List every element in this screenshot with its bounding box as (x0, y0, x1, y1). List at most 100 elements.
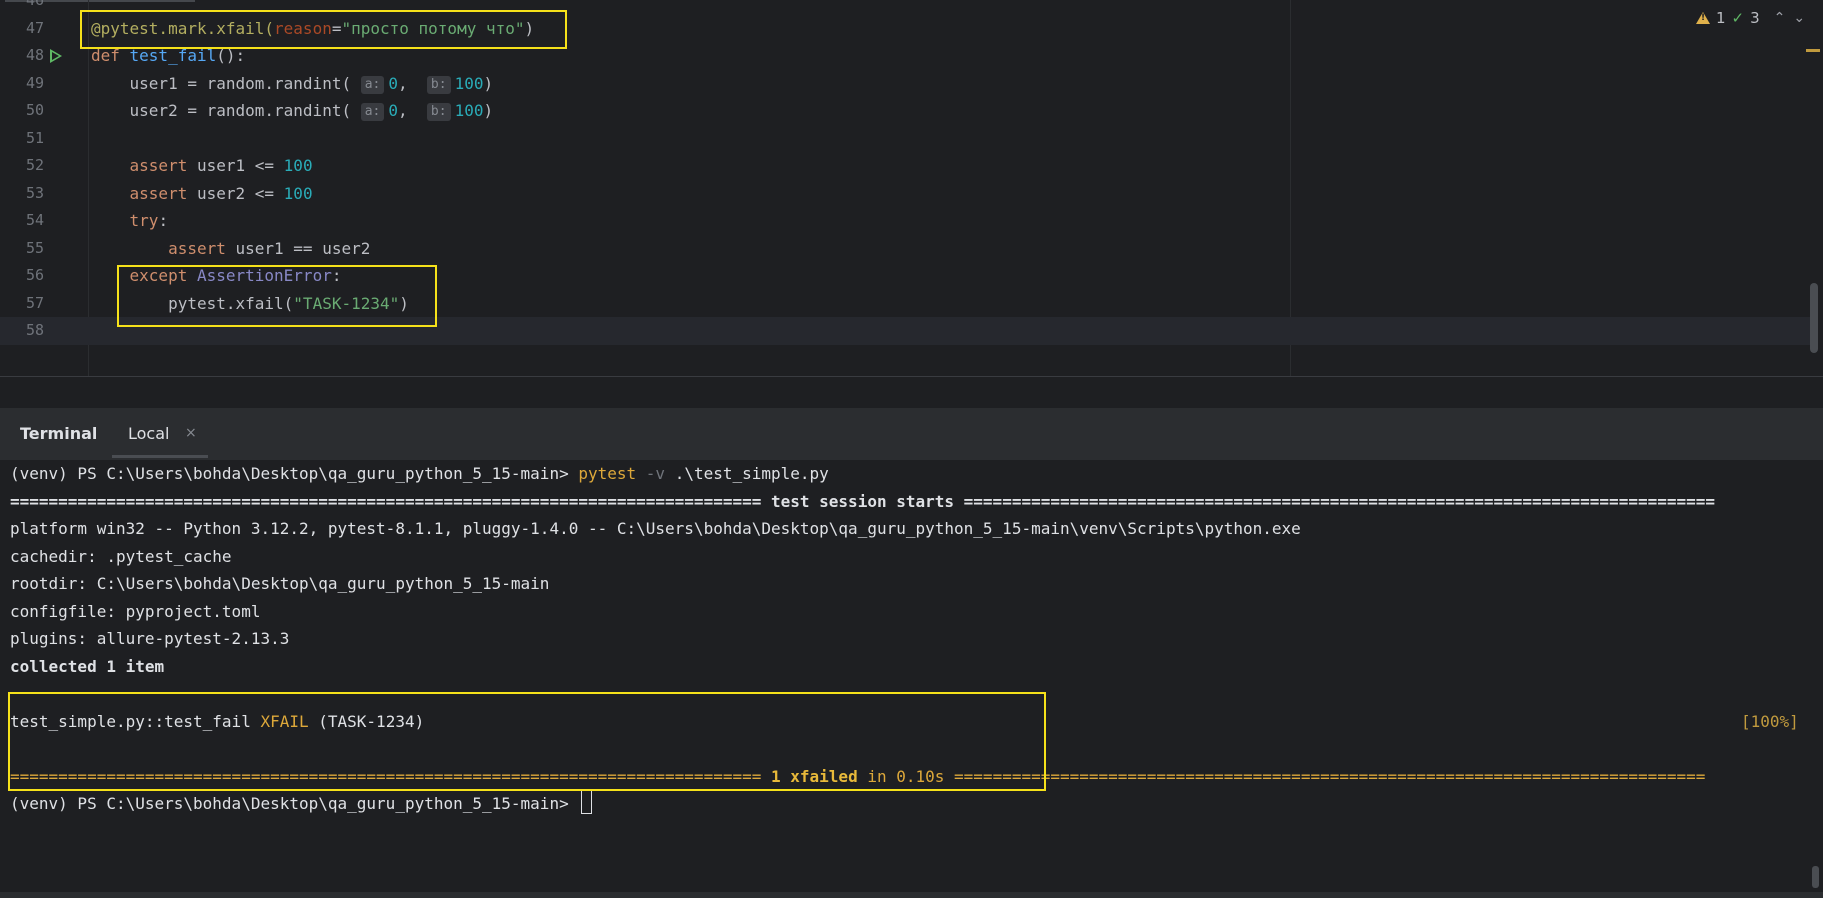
code-line[interactable]: 58 (0, 317, 1815, 345)
code-line[interactable]: 57 pytest.xfail("TASK-1234") (0, 290, 1815, 318)
run-test-icon[interactable] (50, 49, 62, 63)
text-cursor (581, 790, 593, 814)
code-line[interactable]: 49 user1 = random.randint( a: 0, b: 100) (0, 70, 1815, 98)
line-number: 55 (25, 238, 44, 257)
summary-line: ========================================… (10, 763, 1705, 791)
progress-percent: [100%] (1741, 711, 1799, 731)
code-token: , (398, 101, 427, 120)
rootdir-line: rootdir: C:\Users\bohda\Desktop\qa_guru_… (10, 574, 550, 593)
code-text: except AssertionError: (91, 262, 342, 290)
code-token: def (91, 46, 130, 65)
code-token: @pytest.mark.xfail( (91, 18, 275, 38)
line-number: 47 (25, 18, 44, 37)
terminal-scrollbar[interactable] (1812, 866, 1819, 888)
code-editor[interactable]: 46 47 @pytest.mark.xfail(reason="просто п… (0, 0, 1823, 376)
code-text: assert user1 == user2 (91, 235, 370, 263)
line-number: 53 (25, 183, 44, 202)
code-token: , (398, 73, 427, 93)
inspection-widget[interactable]: 1 ✓ 3 ⌃ ⌄ (1696, 8, 1805, 28)
code-token: test_fail (129, 46, 217, 65)
summary-rule-left: ========================================… (10, 766, 771, 786)
partial-line-46: 46 (0, 0, 1815, 15)
line-number: 58 (25, 321, 44, 339)
code-token: : (158, 211, 169, 230)
prompt: (venv) PS C:\Users\bohda\Desktop\qa_guru… (10, 464, 579, 483)
line-number: 48 (25, 46, 44, 64)
summary-time: in 0.10s (857, 766, 955, 786)
code-text: user2 = random.randint( a: 0, b: 100) (91, 97, 493, 125)
horizontal-scrollbar[interactable] (0, 892, 1823, 898)
panel-splitter[interactable] (0, 376, 1823, 409)
code-token: user1 <= (196, 156, 284, 175)
code-token: user1 == user2 (235, 238, 371, 258)
code-line[interactable]: 53 assert user2 <= 100 (0, 180, 1815, 208)
code-token: 100 (454, 101, 484, 120)
configfile-line: configfile: pyproject.toml (10, 601, 261, 621)
plugins-line: plugins: allure-pytest-2.13.3 (10, 629, 290, 648)
code-line[interactable]: 54 try: (0, 207, 1815, 235)
code-token: reason (274, 18, 332, 38)
code-line[interactable]: 51 (0, 125, 1815, 153)
code-token: ) (524, 18, 535, 38)
check-icon: ✓ (1731, 9, 1745, 27)
session-label: test session starts (761, 491, 964, 511)
line-number: 51 (25, 128, 44, 147)
parameter-hint: a: (360, 75, 385, 94)
terminal-command-line: (venv) PS C:\Users\bohda\Desktop\qa_guru… (10, 460, 829, 488)
code-token: 100 (283, 183, 313, 203)
command-flag: -v (645, 464, 666, 483)
code-line[interactable]: 48 def test_fail(): (0, 42, 1815, 70)
code-token: try (91, 211, 159, 230)
platform-line: platform win32 -- Python 3.12.2, pytest-… (10, 519, 1301, 538)
cachedir-line: cachedir: .pytest_cache (10, 546, 232, 566)
editor-scrollbar[interactable] (1810, 283, 1818, 353)
code-text: @pytest.mark.xfail(reason="просто потому… (91, 15, 534, 43)
error-stripe-marker[interactable] (1806, 49, 1820, 52)
code-line[interactable]: 47 @pytest.mark.xfail(reason="просто пото… (0, 15, 1815, 43)
code-line[interactable]: 55 assert user1 == user2 (0, 235, 1815, 263)
code-token: : (331, 266, 342, 285)
summary-rule-right: ========================================… (954, 766, 1706, 786)
parameter-hint: b: (426, 103, 451, 121)
code-token: 0 (388, 73, 399, 93)
tab-active-indicator (112, 455, 208, 458)
terminal-title: Terminal (20, 424, 98, 443)
code-token: ) (483, 73, 494, 93)
command-arg: .\test_simple.py (674, 464, 829, 483)
warning-count: 1 (1716, 9, 1726, 27)
code-token: 100 (454, 73, 484, 93)
terminal-output[interactable]: (venv) PS C:\Users\bohda\Desktop\qa_guru… (0, 460, 1823, 898)
line-number: 56 (25, 266, 44, 284)
line-number: 57 (25, 293, 44, 312)
warning-icon (1696, 12, 1710, 24)
code-token: assert (91, 238, 236, 258)
code-line[interactable]: 50 user2 = random.randint( a: 0, b: 100) (0, 97, 1815, 125)
code-token: AssertionError (196, 266, 332, 285)
code-token: ) (399, 293, 409, 313)
code-text: pytest.xfail("TASK-1234") (91, 290, 409, 318)
code-token: (): (216, 46, 246, 65)
close-icon[interactable]: × (185, 425, 197, 441)
chevron-down-icon[interactable]: ⌄ (1793, 10, 1805, 26)
ok-count: 3 (1750, 9, 1760, 27)
code-line[interactable]: 52 assert user1 <= 100 (0, 152, 1815, 180)
tab-local[interactable]: Local × (112, 408, 208, 460)
code-token: pytest.xfail( (91, 293, 294, 313)
summary-count: 1 xfailed (771, 766, 858, 786)
code-token: user1 = random.randint( (91, 73, 361, 93)
chevron-up-icon[interactable]: ⌃ (1774, 10, 1786, 26)
code-token: "просто потому что" (341, 18, 525, 38)
code-token: ) (483, 101, 494, 120)
tab-local-label: Local (128, 424, 170, 443)
code-text: try: (91, 207, 169, 235)
code-line[interactable]: 56 except AssertionError: (0, 262, 1815, 290)
session-rule-right: ========================================… (963, 491, 1716, 511)
code-token: user2 <= (196, 183, 284, 203)
code-token: assert (91, 156, 197, 175)
line-number: 49 (25, 73, 44, 92)
code-text: def test_fail(): (91, 42, 245, 70)
parameter-hint: b: (426, 75, 451, 94)
terminal-prompt-line[interactable]: (venv) PS C:\Users\bohda\Desktop\qa_guru… (10, 790, 593, 818)
session-header-line: ========================================… (10, 488, 1715, 516)
code-token: user2 = random.randint( (91, 101, 361, 120)
